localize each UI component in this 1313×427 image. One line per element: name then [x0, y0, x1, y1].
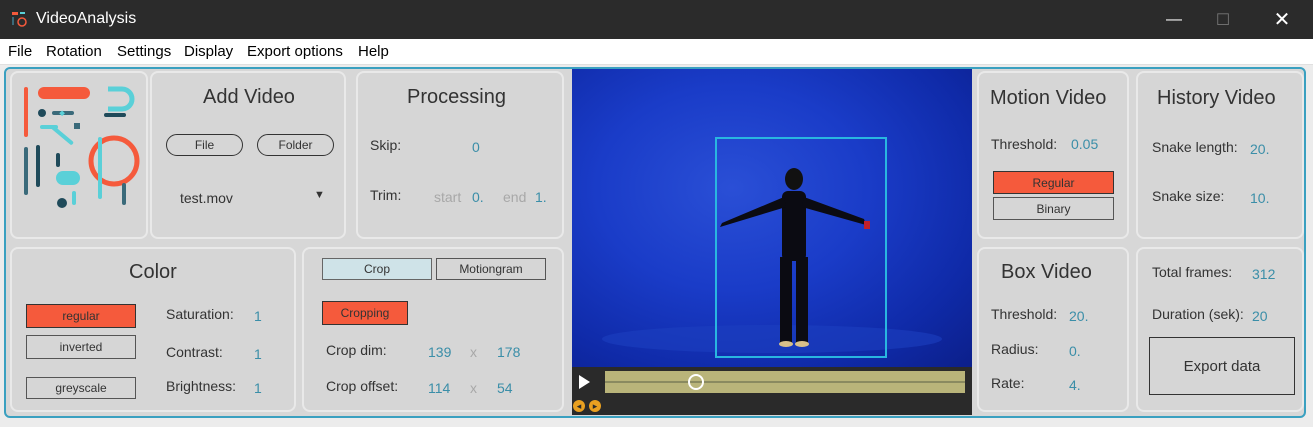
window-title: VideoAnalysis	[36, 10, 137, 27]
saturation-label: Saturation:	[166, 306, 234, 322]
crop-offset-x[interactable]: 114	[428, 380, 450, 396]
export-data-button[interactable]: Export data	[1149, 337, 1295, 395]
brightness-value[interactable]: 1	[254, 380, 262, 396]
crop-offset-label: Crop offset:	[326, 378, 399, 394]
contrast-value[interactable]: 1	[254, 346, 262, 362]
menu-bar: File Rotation Settings Display Export op…	[0, 39, 1313, 65]
brightness-label: Brightness:	[166, 378, 237, 394]
tab-motiongram[interactable]: Motiongram	[436, 258, 546, 280]
box-video-title: Box Video	[1001, 261, 1092, 283]
crop-panel: Crop Motiongram Cropping Crop dim: 139 x…	[302, 247, 564, 412]
close-button[interactable]: ✕	[1259, 0, 1305, 39]
video-file-dropdown[interactable]: test.mov ▼	[172, 187, 332, 209]
play-icon[interactable]	[579, 375, 590, 389]
maximize-button[interactable]: ☐	[1200, 0, 1246, 39]
motion-threshold-label: Threshold:	[991, 136, 1058, 152]
color-title: Color	[129, 261, 177, 283]
color-mode-regular-button[interactable]: regular	[26, 304, 136, 328]
box-radius-value[interactable]: 0.	[1069, 343, 1081, 359]
menu-help[interactable]: Help	[358, 43, 389, 60]
motion-video-panel: Motion Video Threshold: 0.05 Regular Bin…	[977, 71, 1129, 239]
box-video-panel: Box Video Threshold: 20. Radius: 0. Rate…	[977, 247, 1129, 412]
total-frames-label: Total frames:	[1152, 264, 1233, 280]
menu-display[interactable]: Display	[184, 43, 233, 60]
saturation-value[interactable]: 1	[254, 308, 262, 324]
motion-video-title: Motion Video	[990, 87, 1107, 109]
snake-length-value[interactable]: 20.	[1250, 141, 1269, 157]
motion-regular-button[interactable]: Regular	[993, 171, 1114, 194]
box-threshold-label: Threshold:	[991, 306, 1058, 322]
box-rate-label: Rate:	[991, 375, 1025, 391]
menu-settings[interactable]: Settings	[117, 43, 171, 60]
menu-export-options[interactable]: Export options	[247, 43, 343, 60]
app-logo-icon	[12, 12, 27, 27]
snake-size-value[interactable]: 10.	[1250, 190, 1269, 206]
crop-offset-y[interactable]: 54	[497, 380, 513, 396]
step-forward-icon[interactable]: ▸	[589, 400, 601, 412]
cropping-button[interactable]: Cropping	[322, 301, 408, 325]
app-logo-icon	[24, 86, 140, 208]
add-video-title: Add Video	[203, 86, 295, 108]
step-back-icon[interactable]: ◂	[573, 400, 585, 412]
crop-dim-separator: x	[470, 344, 477, 360]
processing-title: Processing	[407, 86, 506, 108]
snake-length-label: Snake length:	[1152, 139, 1238, 155]
processing-panel: Processing Skip: 0 Trim: start 0. end 1.	[356, 71, 564, 239]
title-bar: VideoAnalysis — ☐ ✕	[0, 0, 1313, 39]
trim-end-value[interactable]: 1.	[535, 189, 547, 205]
crop-dim-label: Crop dim:	[326, 342, 387, 358]
chevron-down-icon: ▼	[314, 189, 325, 201]
file-button[interactable]: File	[166, 134, 243, 156]
trim-start-value[interactable]: 0.	[472, 189, 484, 205]
minimize-button[interactable]: —	[1151, 0, 1197, 39]
logo-panel	[10, 71, 148, 239]
motion-threshold-value[interactable]: 0.05	[1071, 136, 1098, 152]
folder-button[interactable]: Folder	[257, 134, 334, 156]
motion-binary-button[interactable]: Binary	[993, 197, 1114, 220]
skip-value[interactable]: 0	[472, 139, 480, 155]
trim-start-label: start	[434, 189, 462, 205]
contrast-label: Contrast:	[166, 344, 223, 360]
box-radius-label: Radius:	[991, 341, 1039, 357]
timeline-slider[interactable]	[605, 371, 965, 393]
add-video-panel: Add Video File Folder test.mov ▼	[150, 71, 346, 239]
video-preview	[572, 69, 972, 367]
total-frames-value: 312	[1252, 266, 1276, 282]
duration-value: 20	[1252, 308, 1268, 324]
snake-size-label: Snake size:	[1152, 188, 1225, 204]
color-panel: Color regular inverted greyscale Saturat…	[10, 247, 296, 412]
color-mode-greyscale-button[interactable]: greyscale	[26, 377, 136, 399]
player-controls: ◂ ▸	[572, 367, 972, 415]
skip-label: Skip:	[370, 137, 402, 153]
trim-end-label: end	[503, 189, 527, 205]
timeline-track	[605, 381, 965, 383]
stats-panel: Total frames: 312 Duration (sek): 20 Exp…	[1136, 247, 1304, 412]
bounding-box	[715, 137, 887, 358]
history-video-panel: History Video Snake length: 20. Snake si…	[1136, 71, 1304, 239]
menu-rotation[interactable]: Rotation	[46, 43, 102, 60]
crop-offset-separator: x	[470, 380, 477, 396]
menu-file[interactable]: File	[8, 43, 32, 60]
duration-label: Duration (sek):	[1152, 306, 1244, 322]
crop-dim-height[interactable]: 178	[497, 344, 520, 360]
tab-crop[interactable]: Crop	[322, 258, 432, 280]
box-threshold-value[interactable]: 20.	[1069, 308, 1088, 324]
box-rate-value[interactable]: 4.	[1069, 377, 1081, 393]
trim-label: Trim:	[370, 187, 402, 203]
selected-file-label: test.mov	[180, 190, 233, 206]
color-mode-inverted-button[interactable]: inverted	[26, 335, 136, 359]
video-player: ◂ ▸	[572, 69, 972, 415]
crop-dim-width[interactable]: 139	[428, 344, 451, 360]
timeline-handle[interactable]	[688, 374, 704, 390]
history-video-title: History Video	[1157, 87, 1276, 109]
